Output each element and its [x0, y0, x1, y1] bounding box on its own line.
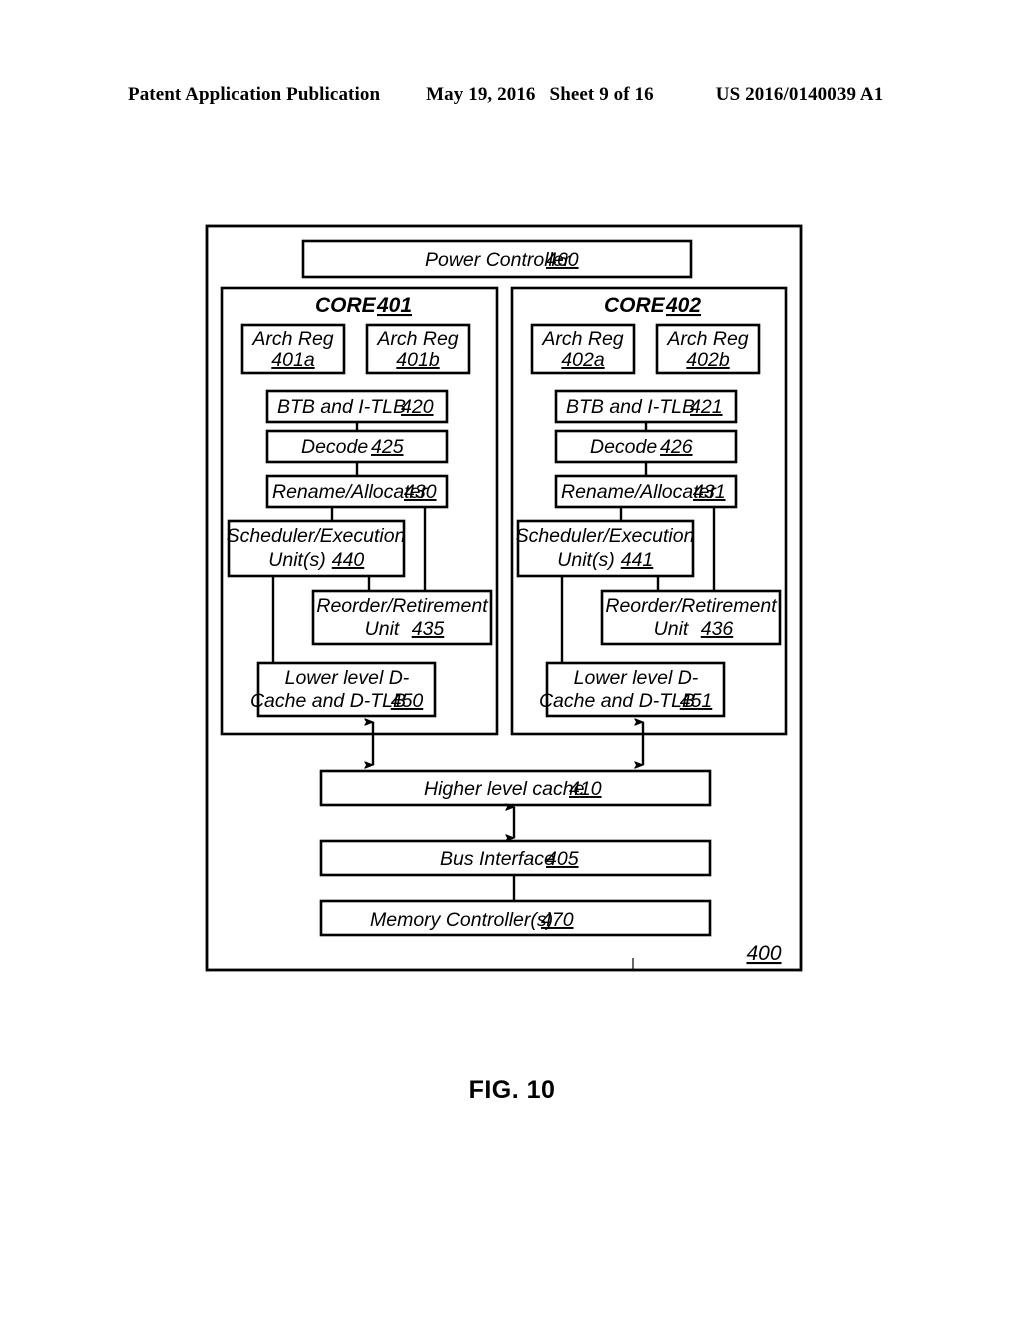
- scheduler-execution-441-line2: Unit(s): [557, 549, 614, 571]
- scheduler-execution-441-ref: 441: [621, 549, 654, 571]
- arch-reg-401a-label: Arch Reg: [251, 328, 333, 350]
- decode-426-label: Decode: [590, 436, 657, 458]
- decode-426-ref: 426: [660, 436, 693, 458]
- arch-reg-401b-label: Arch Reg: [376, 328, 458, 350]
- system-reference-label: 400: [746, 942, 781, 965]
- btb-itlb-420-label: BTB and I-TLB: [277, 396, 406, 418]
- bus-interface-ref: 405: [546, 848, 579, 870]
- reorder-retirement-436-line1: Reorder/Retirement: [605, 595, 778, 617]
- dcache-dtlb-450-line2: Cache and D-TLB: [250, 690, 406, 712]
- bus-interface-label: Bus Interface: [440, 848, 555, 870]
- decode-425-label: Decode: [301, 436, 368, 458]
- dcache-dtlb-451-line1: Lower level D-: [574, 667, 699, 689]
- dcache-dtlb-450-line1: Lower level D-: [285, 667, 410, 689]
- reorder-retirement-435-line2: Unit: [365, 618, 401, 640]
- scheduler-execution-441-line1: Scheduler/Execution: [516, 525, 695, 547]
- btb-itlb-421-label: BTB and I-TLB: [566, 396, 695, 418]
- higher-level-cache-label: Higher level cache: [424, 778, 585, 800]
- reorder-retirement-435-ref: 435: [412, 618, 445, 640]
- figure-caption: FIG. 10: [468, 1076, 556, 1104]
- dcache-dtlb-451-line2: Cache and D-TLB: [539, 690, 695, 712]
- arch-reg-402b-label: Arch Reg: [666, 328, 748, 350]
- power-controller-ref: 460: [546, 249, 579, 271]
- dcache-dtlb-451-ref: 451: [680, 690, 713, 712]
- higher-level-cache-ref: 410: [569, 778, 602, 800]
- scheduler-execution-440-line2: Unit(s): [268, 549, 325, 571]
- core-402-ref: 402: [665, 294, 701, 317]
- dcache-dtlb-450-ref: 450: [391, 690, 424, 712]
- arch-reg-402b-ref: 402b: [686, 349, 730, 371]
- arch-reg-401a-ref: 401a: [271, 349, 315, 371]
- btb-itlb-420-ref: 420: [401, 396, 434, 418]
- scheduler-execution-440-ref: 440: [332, 549, 365, 571]
- memory-controller-ref: 470: [541, 909, 574, 931]
- rename-allocater-430-ref: 430: [404, 481, 437, 503]
- decode-425-ref: 425: [371, 436, 404, 458]
- arch-reg-401b-ref: 401b: [396, 349, 440, 371]
- btb-itlb-421-ref: 421: [690, 396, 723, 418]
- arch-reg-402a-label: Arch Reg: [541, 328, 623, 350]
- core-402-title: CORE: [604, 294, 666, 317]
- reorder-retirement-436-line2: Unit: [654, 618, 690, 640]
- scheduler-execution-440-line1: Scheduler/Execution: [227, 525, 406, 547]
- reorder-retirement-436-ref: 436: [701, 618, 734, 640]
- memory-controller-label: Memory Controller(s): [370, 909, 553, 931]
- core-401-title: CORE: [315, 294, 377, 317]
- rename-allocater-431-ref: 431: [693, 481, 726, 503]
- reorder-retirement-435-line1: Reorder/Retirement: [316, 595, 489, 617]
- core-401-ref: 401: [376, 294, 412, 317]
- arch-reg-402a-ref: 402a: [561, 349, 605, 371]
- figure-diagram: Power Controller 460 CORE 401 Arch Reg 4…: [0, 0, 1024, 1320]
